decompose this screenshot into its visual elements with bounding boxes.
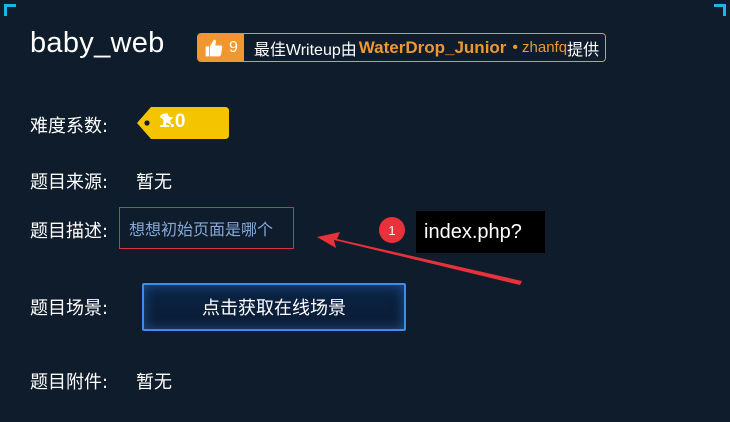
annotation-tooltip: index.php?	[416, 211, 545, 253]
challenge-page: baby_web 9 最佳Writeup由 WaterDrop_Junior •…	[0, 0, 730, 422]
annotation-number-badge: 1	[379, 217, 405, 243]
annotation-arrow	[317, 232, 522, 285]
